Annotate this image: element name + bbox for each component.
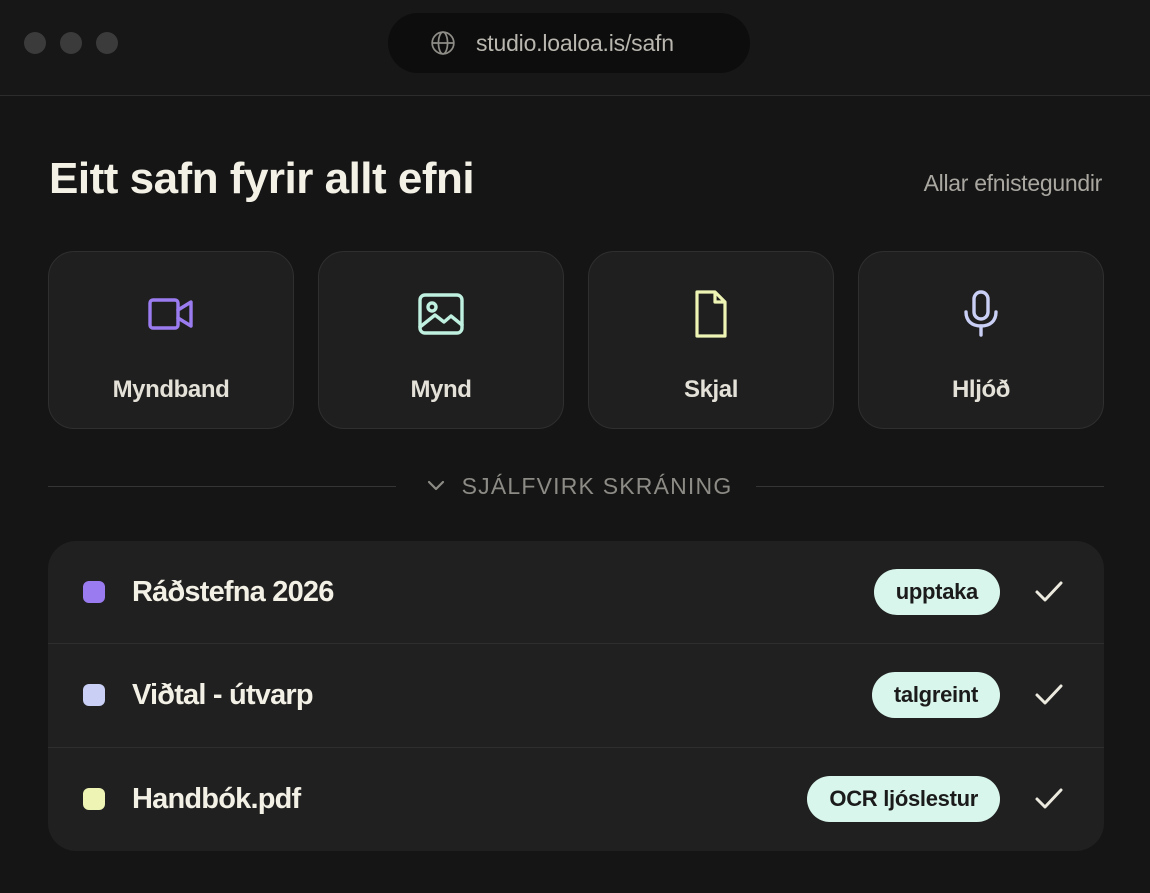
item-tag: upptaka: [873, 569, 1000, 616]
maximize-window-button[interactable]: [96, 32, 118, 54]
close-window-button[interactable]: [24, 32, 46, 54]
content-type-cards: Myndband Mynd Skjal Hljóð: [48, 251, 1104, 429]
chevron-down-icon: [427, 480, 444, 491]
divider-line: [48, 485, 396, 487]
list-item[interactable]: Ráðstefna 2026 upptaka: [48, 541, 1104, 645]
video-icon: [148, 298, 193, 330]
minimize-window-button[interactable]: [60, 32, 82, 54]
address-bar[interactable]: studio.loaloa.is/safn: [388, 13, 750, 73]
content-type-label: Mynd: [410, 376, 472, 403]
app-window: studio.loaloa.is/safn Eitt safn fyrir al…: [0, 0, 1150, 893]
color-swatch: [83, 684, 105, 707]
check-icon: [1035, 581, 1063, 602]
image-icon: [418, 293, 464, 335]
check-icon: [1035, 684, 1063, 705]
item-title: Viðtal - útvarp: [132, 678, 314, 711]
content-type-card-image[interactable]: Mynd: [318, 251, 564, 429]
document-icon: [695, 290, 727, 338]
auto-cataloging-toggle[interactable]: SJÁLFVIRK SKRÁNING: [396, 473, 757, 500]
title-bar: studio.loaloa.is/safn: [0, 0, 1150, 96]
check-icon: [1035, 788, 1063, 809]
microphone-icon: [964, 290, 998, 337]
item-list: Ráðstefna 2026 upptaka Viðtal - útvarp t…: [48, 541, 1104, 851]
auto-cataloging-label: SJÁLFVIRK SKRÁNING: [461, 472, 733, 499]
content-type-label: Myndband: [112, 376, 230, 403]
color-swatch: [83, 788, 105, 811]
window-controls: [24, 32, 118, 54]
color-swatch: [83, 581, 105, 604]
all-content-types-link[interactable]: Allar efnistegundir: [924, 170, 1103, 197]
content-type-card-document[interactable]: Skjal: [588, 251, 834, 429]
content-type-card-audio[interactable]: Hljóð: [858, 251, 1104, 429]
list-item[interactable]: Viðtal - útvarp talgreint: [48, 644, 1104, 748]
item-title: Ráðstefna 2026: [132, 575, 334, 608]
item-title: Handbók.pdf: [132, 782, 301, 815]
divider-line: [756, 485, 1105, 487]
content-type-card-video[interactable]: Myndband: [48, 251, 294, 429]
globe-icon: [431, 31, 455, 55]
content-type-label: Hljóð: [952, 376, 1010, 403]
list-item[interactable]: Handbók.pdf OCR ljóslestur: [48, 748, 1104, 851]
url-text: studio.loaloa.is/safn: [476, 29, 674, 56]
auto-cataloging-divider: SJÁLFVIRK SKRÁNING: [48, 470, 1105, 502]
item-tag: talgreint: [871, 672, 1000, 719]
item-tag: OCR ljóslestur: [807, 776, 1000, 823]
content-type-label: Skjal: [683, 376, 739, 403]
page-title: Eitt safn fyrir allt efni: [49, 154, 475, 203]
